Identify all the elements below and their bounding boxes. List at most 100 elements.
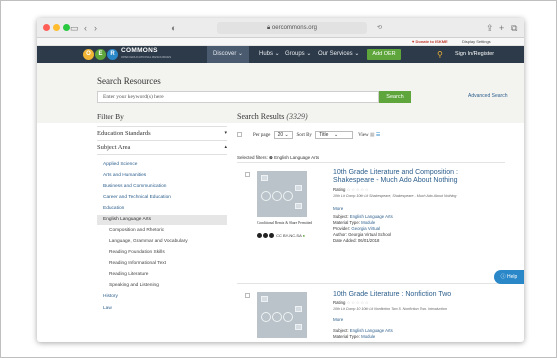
advanced-search-link[interactable]: Advanced Search [468,93,507,99]
material-type-row: Material Type: Module [333,334,375,339]
thumbnail-e-icon [272,191,282,201]
subject-link[interactable]: English Language Arts [350,328,393,333]
nav-discover[interactable]: Discover ⌄ [207,46,250,63]
sort-by-label: Sort By [296,133,312,138]
material-type-link[interactable]: Module [361,220,375,225]
sort-by-select[interactable]: Title ⌄ [315,131,354,139]
thumbnail-r-icon [283,191,293,201]
subject-label: Subject: [333,328,349,333]
search-button[interactable]: Search [379,91,411,103]
thumbnail-image-icon [295,306,302,312]
select-all-checkbox[interactable] [237,132,242,137]
material-type-link[interactable]: Module [361,334,375,339]
oer-logo[interactable]: O E R [83,49,118,60]
sidebar-toggle-icon[interactable]: ▭ [70,21,79,35]
subject-reading-literature[interactable]: Reading Literature [109,272,148,277]
nav-hubs[interactable]: Hubs ⌄ [259,46,280,63]
subject-law[interactable]: Law [103,306,112,311]
sign-in-register-link[interactable]: Sign In/Register [455,46,494,63]
search-icon[interactable]: ⚲ [437,49,443,60]
thumbnail-o-icon [261,191,271,201]
resource-thumbnail[interactable] [257,171,307,217]
caret-up-icon: ▴ [224,145,227,150]
star-rating-icon[interactable]: ☆☆☆☆☆ [347,187,370,192]
donate-link[interactable]: ♥ Donate to ISKME [412,38,448,46]
utility-strip: ♥ Donate to ISKME Display Settings [37,38,524,46]
subject-speaking-and-listening[interactable]: Speaking and Listening [109,283,159,288]
keyword-search-input[interactable]: Enter your keyword(s) here [97,91,379,103]
cc-icon [257,233,262,239]
subject-reading-informational-text[interactable]: Reading Informational Text [109,261,166,266]
divider [97,154,227,155]
subject-row: Subject: English Language Arts [333,328,393,333]
help-button[interactable]: ⓘ Help [494,270,524,284]
resource-thumbnail[interactable] [257,292,307,338]
add-oer-button[interactable]: Add OER [367,49,401,60]
rating-row: Rating ☆☆☆☆☆ [333,187,369,193]
subject-area-toggle[interactable]: Subject Area ▴ [97,144,227,151]
subject-arts-and-humanities[interactable]: Arts and Humanities [103,173,146,178]
thumbnail-r-icon [283,312,293,322]
search-results-heading: Search Results (3329) [237,112,308,121]
search-resources-title: Search Resources [97,76,161,86]
list-view-icon[interactable]: ☰ [376,133,380,138]
provider-link[interactable]: Georgia Virtual [351,226,380,231]
rating-label: Rating [333,300,346,305]
nav-our-services[interactable]: Our Services ⌄ [318,46,359,63]
address-bar[interactable]: 🔒︎ oercommons.org [217,22,367,34]
logo-e: E [95,49,106,60]
result-checkbox[interactable] [245,293,250,298]
logo-subtitle: OPEN EDUCATIONAL RESOURCES [121,55,172,59]
subject-career-and-technical-education[interactable]: Career and Technical Education [103,195,171,200]
result-checkbox[interactable] [245,172,250,177]
subject-english-language-arts[interactable]: English Language Arts [103,217,151,222]
display-settings-link[interactable]: Display Settings [462,38,491,46]
subject-composition-and-rhetoric[interactable]: Composition and Rhetoric [109,228,164,233]
back-icon[interactable]: ‹ [84,21,87,35]
rating-row: Rating ☆☆☆☆☆ [333,300,369,306]
subject-language-grammar-vocabulary[interactable]: Language, Grammar and Vocabulary [109,239,188,244]
result-title-link[interactable]: 10th Grade Literature and Composition : … [333,169,483,185]
date-added-label: Date Added: [333,238,357,243]
result-description: 10th Lit Comp 10th Lit Shakespeare, Shak… [333,194,457,198]
subject-link[interactable]: English Language Arts [350,214,393,219]
browser-toolbar: ▭ ‹ › ◐ 🔒︎ oercommons.org ⟲ ⇪ + ⧉ [37,18,524,38]
forward-icon[interactable]: › [94,21,97,35]
more-link[interactable]: More [333,206,343,211]
material-type-label: Material Type: [333,334,360,339]
education-standards-toggle[interactable]: Education Standards ▾ [97,130,227,137]
minimize-window-button[interactable] [53,24,60,31]
star-rating-icon[interactable]: ☆☆☆☆☆ [347,300,370,305]
privacy-shield-icon[interactable]: ◐ [171,21,176,35]
selected-filter-chip[interactable]: English Language Arts [274,155,319,160]
result-card: Conditional Remix & Share Permitted CC B… [237,162,505,282]
logo-text: COMMONS [121,47,158,54]
nav-groups[interactable]: Groups ⌄ [285,46,311,63]
search-results-count: (3329) [286,112,308,121]
subject-education[interactable]: Education [103,206,124,211]
subject-business-and-communication[interactable]: Business and Communication [103,184,166,189]
per-page-label: Per page [253,133,271,138]
per-page-value: 20 [277,132,284,138]
results-controls: Per page 20 ⌄ Sort By Title ⌄ View ▦ ☰ [253,131,380,139]
material-type-row: Material Type: Module [333,220,375,225]
remove-filter-icon[interactable]: ⊗ [269,155,273,160]
result-title-link[interactable]: 10th Grade Literature : Nonfiction Two [333,291,483,299]
tab-overview-icon[interactable]: ⧉ [511,21,517,35]
by-icon [263,233,268,239]
translate-icon[interactable]: ⟲ [377,21,382,35]
maximize-window-button[interactable] [63,24,70,31]
share-icon[interactable]: ⇪ [486,21,494,35]
close-window-button[interactable] [43,24,50,31]
more-link[interactable]: More [333,317,343,322]
result-card: 10th Grade Literature : Nonfiction Two R… [237,283,505,342]
grid-view-icon[interactable]: ▦ [370,133,375,138]
cc-license[interactable]: CC BY-NC-SA ● [257,233,305,239]
subject-reading-foundation-skills[interactable]: Reading Foundation Skills [109,250,165,255]
license-info-icon[interactable]: ● [303,233,305,238]
subject-history[interactable]: History [103,294,118,299]
new-tab-icon[interactable]: + [499,21,504,35]
per-page-select[interactable]: 20 ⌄ [273,131,293,139]
divider [97,140,227,141]
subject-applied-science[interactable]: Applied Science [103,162,137,167]
